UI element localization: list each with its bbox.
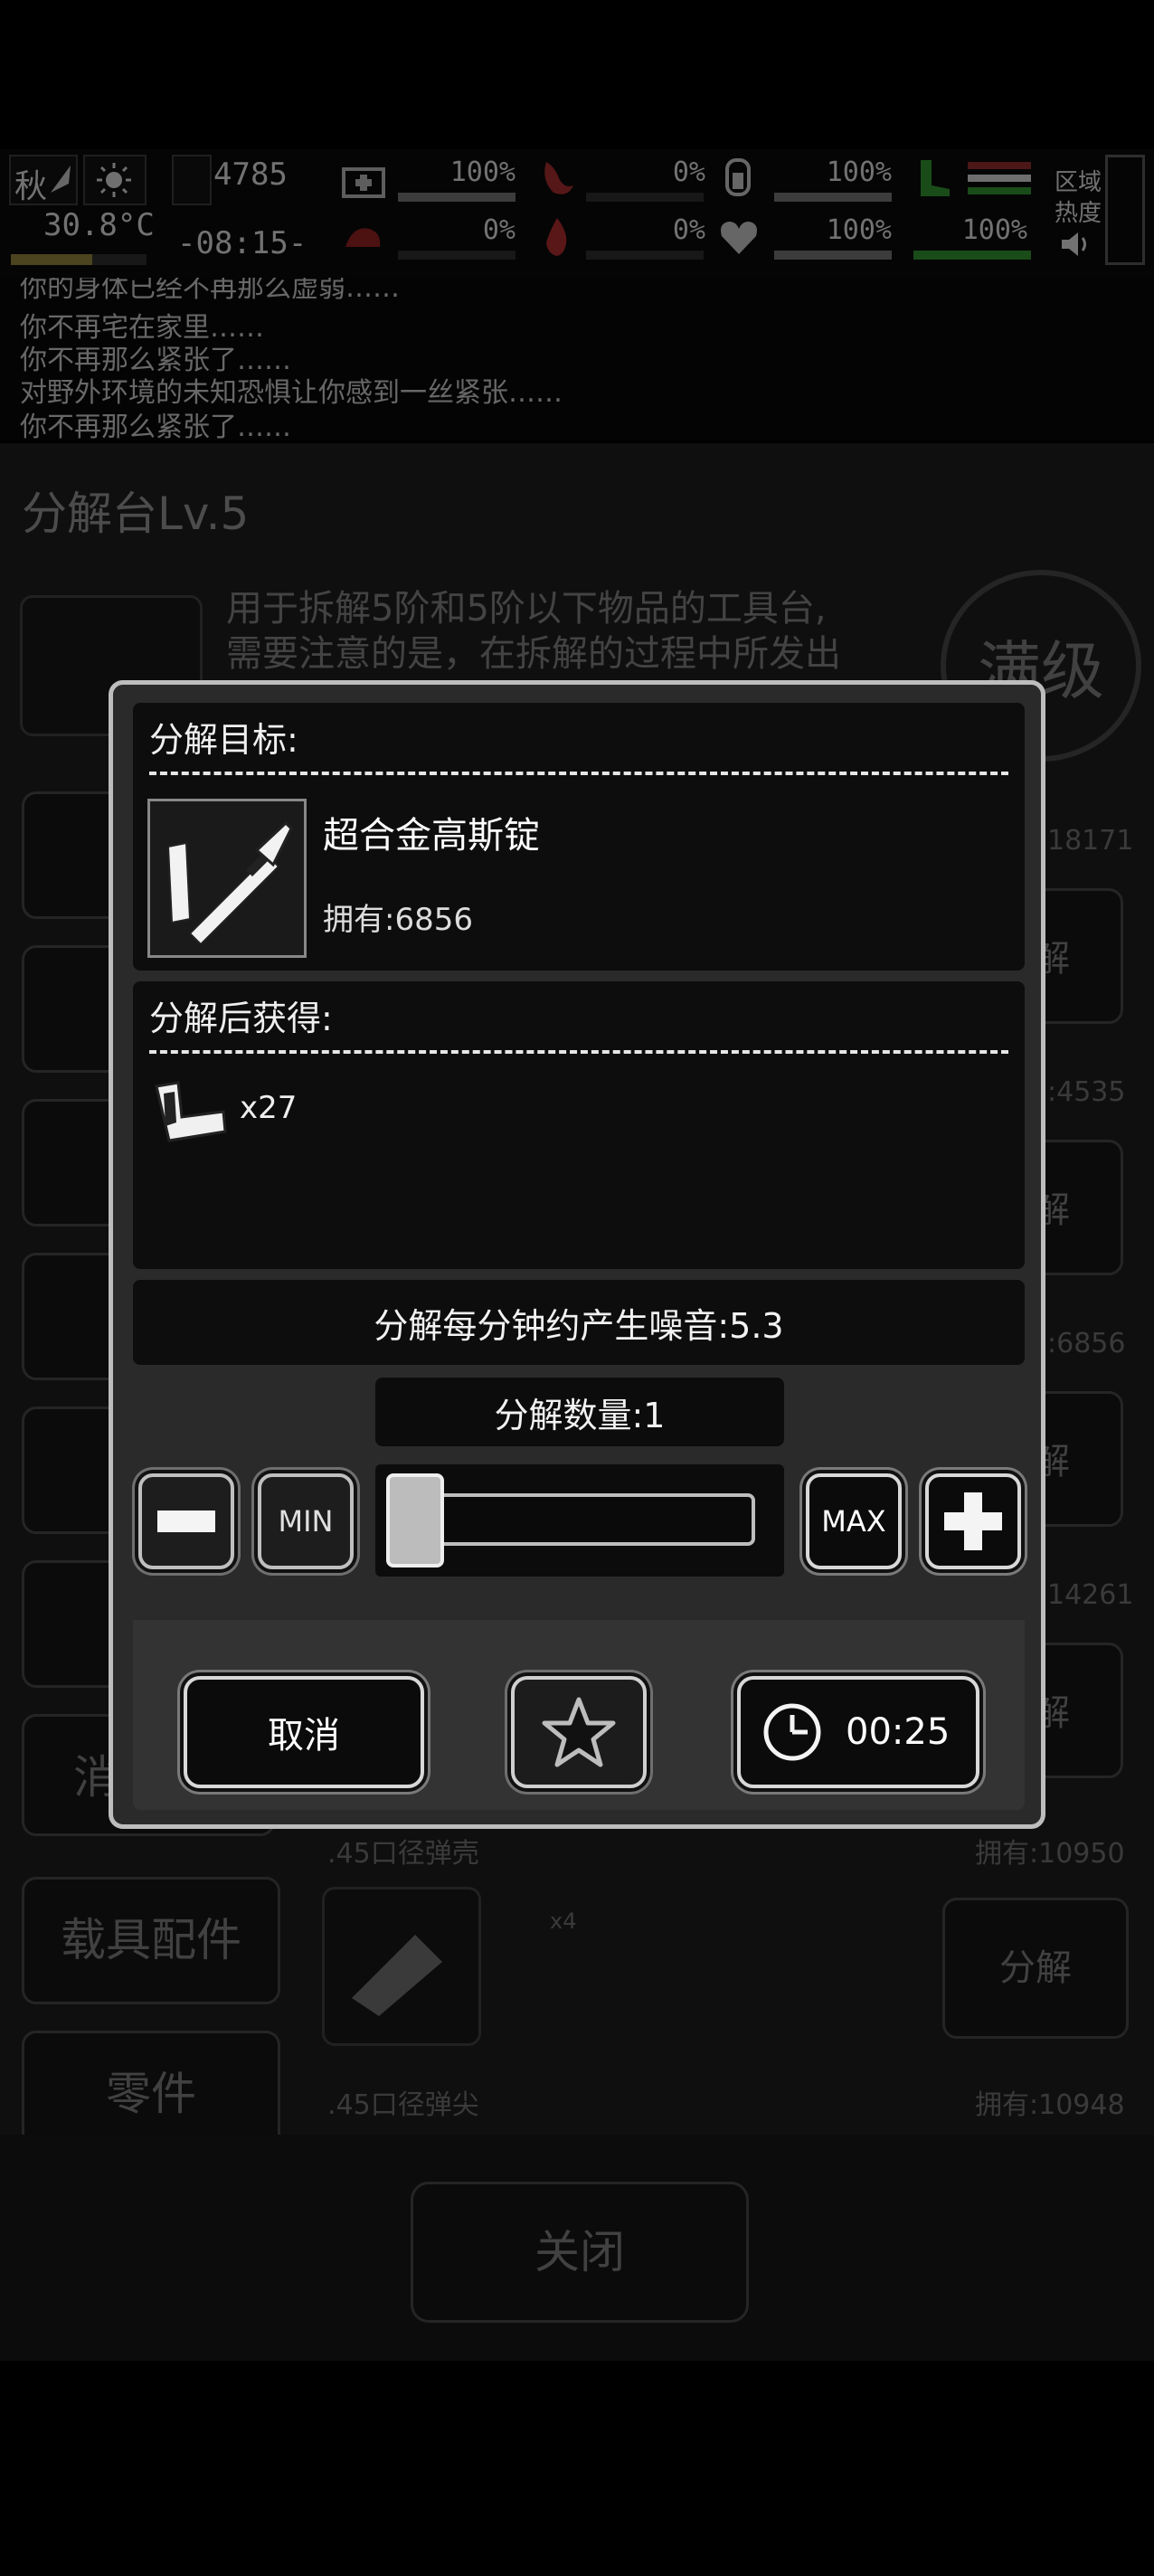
item-name: 超合金高斯锭 — [323, 815, 540, 857]
result-quantity: x27 — [240, 1090, 298, 1126]
favorite-button[interactable] — [511, 1676, 647, 1788]
item-owned: 拥有:6856 — [323, 902, 473, 938]
minus-icon — [157, 1511, 215, 1532]
result-header: 分解后获得: — [149, 999, 333, 1038]
alloy-ingot-icon — [166, 820, 293, 946]
min-button[interactable]: MIN — [258, 1473, 354, 1569]
slider-track[interactable] — [393, 1493, 755, 1546]
slider-handle[interactable] — [386, 1473, 444, 1567]
quantity-label: 分解数量:1 — [375, 1378, 784, 1446]
quantity-slider[interactable] — [375, 1464, 784, 1577]
target-section: 分解目标: 超合金高斯锭 拥有:6856 — [133, 703, 1025, 971]
cancel-button[interactable]: 取消 — [184, 1676, 424, 1788]
target-header: 分解目标: — [149, 720, 298, 760]
component-icon — [155, 1081, 227, 1142]
decrement-button[interactable] — [138, 1473, 234, 1569]
result-section: 分解后获得: x27 — [133, 981, 1025, 1269]
decompose-dialog: 分解目标: 超合金高斯锭 拥有:6856 分解后获得: x27 分解每分钟约产生… — [109, 680, 1045, 1829]
confirm-decompose-button[interactable]: 00:25 — [737, 1676, 979, 1788]
item-icon-frame — [147, 799, 307, 958]
timer-label: 00:25 — [846, 1711, 951, 1753]
divider — [149, 1050, 1008, 1054]
divider — [149, 772, 1008, 775]
clock-icon — [763, 1703, 821, 1761]
increment-button[interactable] — [925, 1473, 1021, 1569]
noise-info: 分解每分钟约产生噪音:5.3 — [133, 1280, 1025, 1365]
plus-icon — [944, 1492, 1002, 1550]
star-icon — [542, 1697, 616, 1767]
max-button[interactable]: MAX — [806, 1473, 902, 1569]
